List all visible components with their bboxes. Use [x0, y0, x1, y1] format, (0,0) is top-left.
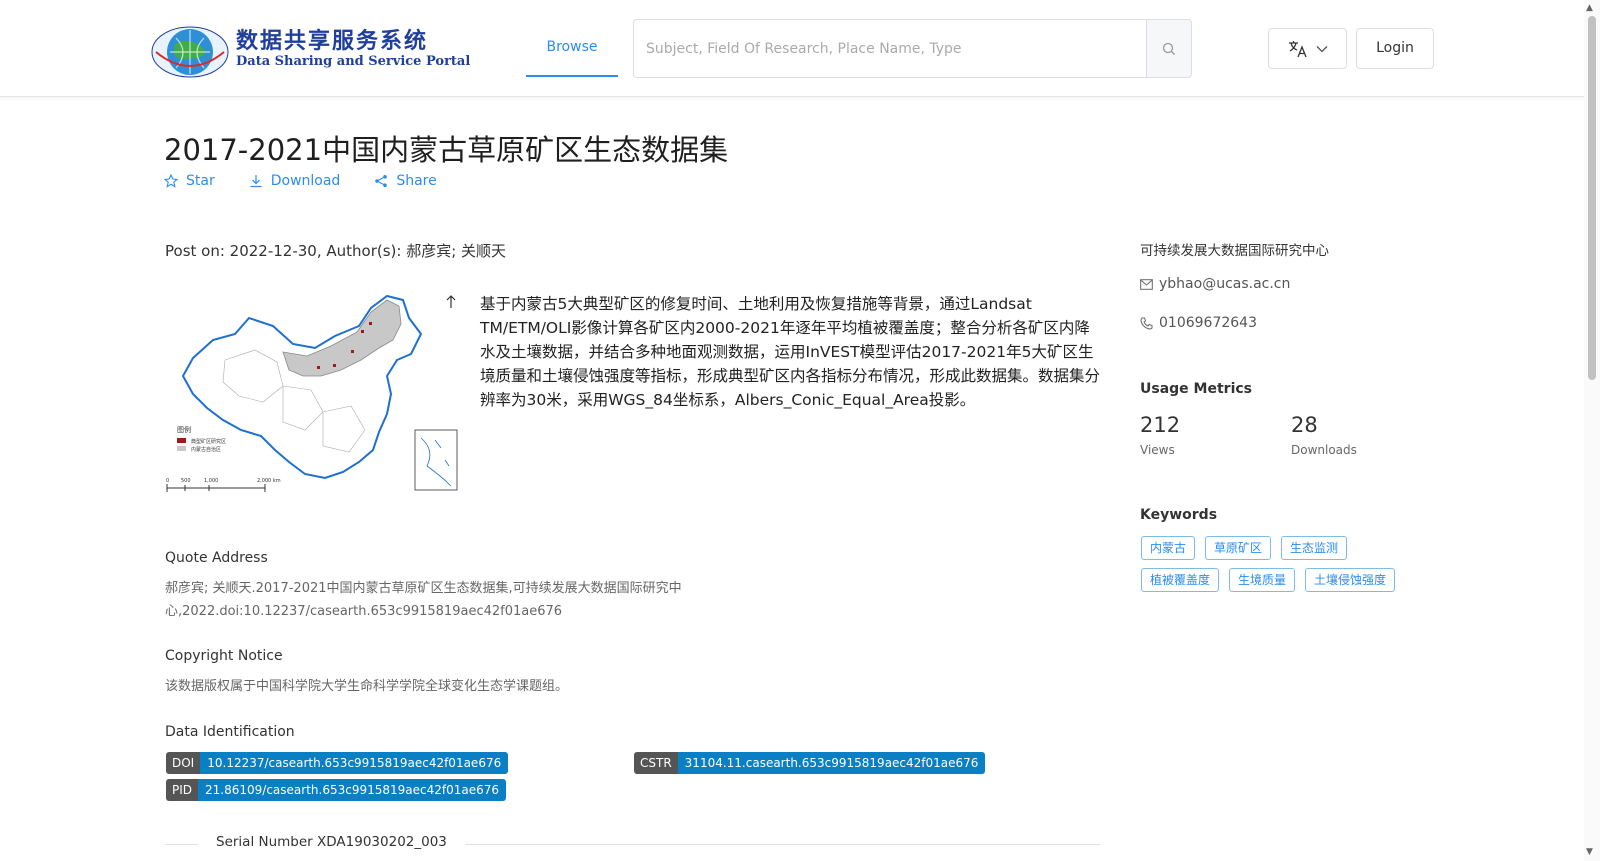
doi-tag[interactable]: DOI 10.12237/casearth.653c9915819aec42f0… [166, 752, 509, 774]
map-legend-item-region: 内蒙古自治区 [191, 446, 221, 453]
map-legend-item-mining: 典型矿区研究区 [191, 438, 226, 445]
map-legend-title: 图例 [177, 425, 191, 434]
quote-address-text: 郝彦宾; 关顺天.2017-2021中国内蒙古草原矿区生态数据集,可持续发展大数… [165, 581, 682, 619]
views-count: 212 [1140, 413, 1181, 437]
keyword-tag[interactable]: 生态监测 [1281, 536, 1348, 560]
keyword-tag[interactable]: 土壤侵蚀强度 [1305, 568, 1396, 592]
views-label: Views [1140, 443, 1175, 457]
doi-tag-value: 10.12237/casearth.653c9915819aec42f01ae6… [200, 752, 509, 774]
map-scale-label-3: 2,000 km [257, 478, 281, 484]
doi-tag-key: DOI [166, 752, 201, 774]
search-icon [1162, 42, 1175, 55]
dataset-title: 2017-2021中国内蒙古草原矿区生态数据集 [164, 133, 729, 167]
dataset-thumbnail-map[interactable]: 图例 典型矿区研究区 内蒙古自治区 0 500 1,000 2,000 km [165, 290, 465, 504]
keyword-tag[interactable]: 内蒙古 [1141, 536, 1196, 560]
search-input[interactable] [633, 19, 1146, 78]
dataset-description: 基于内蒙古5大典型矿区的修复时间、土地利用及恢复措施等背景，通过Landsat … [480, 295, 1101, 409]
post-info: Post on: 2022-12-30, Author(s): 郝彦宾; 关顺天 [165, 242, 507, 260]
downloads-count: 28 [1291, 413, 1318, 437]
share-icon [375, 175, 388, 187]
map-scale-label-1: 500 [181, 478, 191, 484]
globe-logo-icon [151, 26, 229, 78]
pid-tag-key: PID [166, 779, 199, 801]
contact-phone: 01069672643 [1140, 315, 1257, 331]
logo-title-en: Data Sharing and Service Portal [236, 54, 471, 69]
download-label: Download [270, 173, 341, 189]
organization-name: 可持续发展大数据国际研究中心 [1140, 243, 1329, 259]
keyword-tag[interactable]: 生境质量 [1229, 568, 1296, 592]
star-label: Star [186, 173, 215, 189]
phone-icon [1140, 317, 1153, 330]
map-scale-label-0: 0 [166, 478, 169, 484]
language-switch-button[interactable] [1268, 28, 1347, 69]
data-identification-title: Data Identification [165, 724, 295, 740]
serial-number: Serial Number XDA19030202_003 [198, 834, 465, 850]
scrollbar-thumb[interactable] [1588, 16, 1596, 380]
quote-address-title: Quote Address [165, 550, 268, 566]
translate-icon [1288, 40, 1307, 57]
downloads-label: Downloads [1291, 443, 1357, 457]
login-button[interactable]: Login [1356, 28, 1434, 69]
cstr-tag-value: 31104.11.casearth.653c9915819aec42f01ae6… [677, 752, 986, 774]
map-scale-label-2: 1,000 [204, 478, 218, 484]
scroll-down-arrow-icon[interactable]: ▼ [1586, 847, 1593, 857]
top-header: 数据共享服务系统 Data Sharing and Service Portal… [0, 0, 1584, 97]
star-icon [164, 174, 178, 188]
star-button[interactable]: Star [164, 173, 215, 189]
pid-tag-value: 21.86109/casearth.653c9915819aec42f01ae6… [198, 779, 506, 801]
chevron-down-icon [1316, 45, 1327, 52]
cstr-tag[interactable]: CSTR 31104.11.casearth.653c9915819aec42f… [634, 752, 986, 774]
download-button[interactable]: Download [249, 173, 341, 189]
download-icon [250, 175, 262, 188]
cstr-tag-key: CSTR [634, 752, 678, 774]
nav-browse[interactable]: Browse [526, 20, 618, 77]
copyright-text: 该数据版权属于中国科学院大学生命科学学院全球变化生态学课题组。 [165, 679, 569, 694]
contact-email-text: ybhao@ucas.ac.cn [1159, 276, 1291, 292]
dataset-actions: Star Download Share [164, 173, 471, 189]
usage-metrics-title: Usage Metrics [1140, 381, 1252, 397]
logo-title-cn: 数据共享服务系统 [236, 28, 429, 54]
keyword-tag[interactable]: 植被覆盖度 [1141, 568, 1220, 592]
scroll-up-arrow-icon[interactable]: ▲ [1586, 3, 1593, 13]
contact-phone-text: 01069672643 [1159, 315, 1257, 331]
mail-icon [1140, 278, 1153, 290]
copyright-title: Copyright Notice [165, 648, 283, 664]
contact-email[interactable]: ybhao@ucas.ac.cn [1140, 276, 1290, 292]
share-button[interactable]: Share [374, 173, 437, 189]
pid-tag[interactable]: PID 21.86109/casearth.653c9915819aec42f0… [166, 779, 506, 801]
keyword-tag[interactable]: 草原矿区 [1205, 536, 1272, 560]
portal-logo[interactable]: 数据共享服务系统 Data Sharing and Service Portal [150, 18, 470, 80]
search-button[interactable] [1146, 19, 1192, 78]
china-map-image: 图例 典型矿区研究区 内蒙古自治区 0 500 1,000 2,000 km [166, 294, 458, 492]
share-label: Share [396, 173, 437, 189]
keywords-title: Keywords [1140, 507, 1218, 523]
